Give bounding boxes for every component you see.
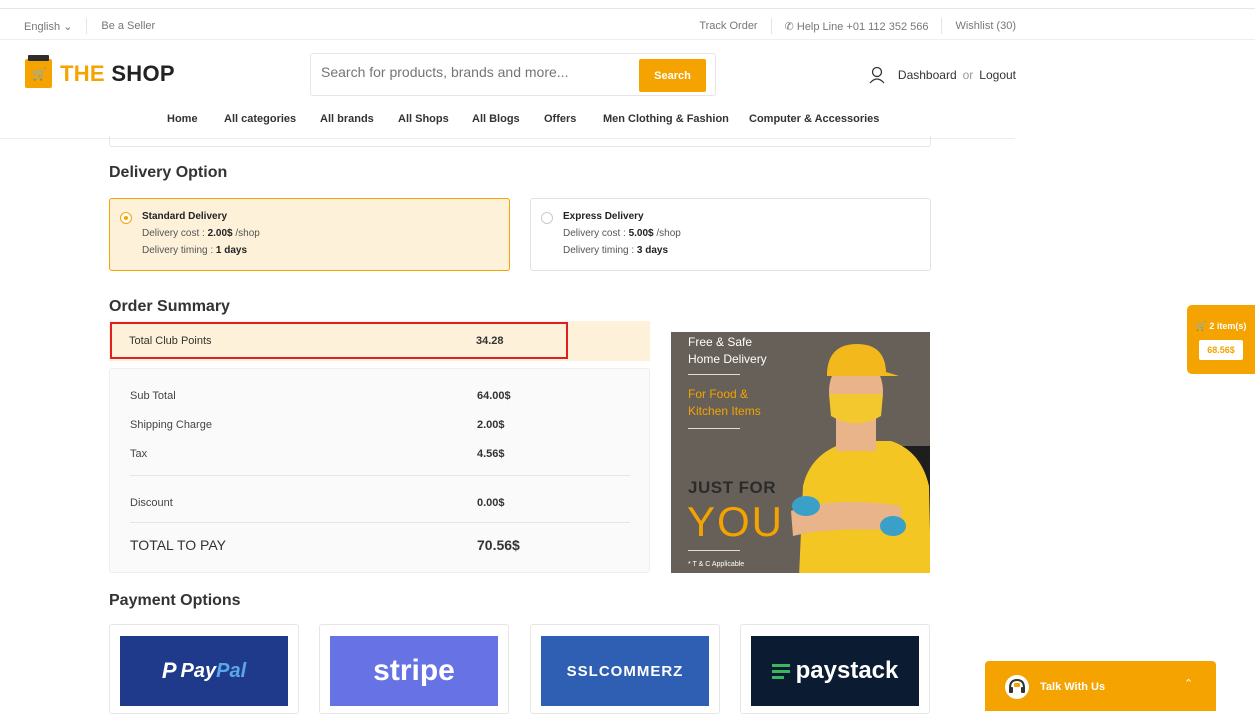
headset-icon: [1005, 675, 1029, 699]
chat-label: Talk With Us: [1040, 681, 1106, 693]
brand-name: SHOP: [111, 60, 175, 86]
nav-all-brands[interactable]: All brands: [320, 113, 374, 125]
phone-icon: ✆: [784, 20, 794, 33]
nav-home[interactable]: Home: [167, 113, 198, 125]
main-nav: Home All categories All brands All Shops…: [0, 104, 1015, 139]
brand-name-accent: THE: [60, 60, 105, 86]
radio-button[interactable]: [541, 212, 553, 224]
promo-text: Free & Safe: [688, 335, 753, 349]
total-row: TOTAL TO PAY 70.56$: [130, 537, 630, 553]
promo-headline: JUST FOR: [688, 478, 777, 497]
delivery-title: Express Delivery: [563, 211, 644, 222]
nav-all-shops[interactable]: All Shops: [398, 113, 449, 125]
payment-options-heading: Payment Options: [109, 592, 241, 609]
divider: [130, 475, 630, 476]
promo-headline-big: YOU: [687, 498, 785, 545]
language-selector[interactable]: English ⌄: [24, 20, 72, 33]
stripe-logo: stripe: [330, 636, 498, 706]
divider: [770, 18, 772, 34]
delivery-option-standard[interactable]: Standard Delivery Delivery cost : 2.00$ …: [109, 198, 510, 271]
paypal-icon: P: [161, 658, 177, 683]
wishlist-link[interactable]: Wishlist (30): [955, 20, 1016, 32]
order-summary-box: Sub Total 64.00$ Shipping Charge 2.00$ Tax…: [109, 368, 650, 573]
nav-all-blogs[interactable]: All Blogs: [472, 113, 520, 125]
club-points-value: 34.28: [476, 335, 504, 347]
previous-section-box: [109, 136, 931, 147]
divider: [130, 522, 630, 523]
nav-all-categories[interactable]: All categories: [224, 113, 296, 125]
delivery-cost: 5.00$: [628, 228, 654, 239]
floating-cart[interactable]: 🛒 2 item(s) 68.56$: [1187, 305, 1255, 374]
shipping-row: Shipping Charge 2.00$: [130, 419, 505, 431]
delivery-option-heading: Delivery Option: [109, 164, 228, 181]
dashboard-link[interactable]: Dashboard: [898, 68, 957, 82]
promo-banner[interactable]: Free & Safe Home Delivery For Food & Kitch…: [671, 332, 930, 573]
promo-note: * T & C Applicable: [688, 561, 745, 568]
sslcommerz-logo: SSLCOMMERZ: [541, 636, 709, 706]
club-points-label: Total Club Points: [129, 335, 212, 347]
chevron-up-icon[interactable]: ⌃: [1184, 677, 1193, 690]
paystack-logo: paystack: [751, 636, 919, 706]
chevron-down-icon: ⌄: [63, 20, 73, 33]
radio-button[interactable]: [120, 212, 132, 224]
nav-computer-accessories[interactable]: Computer & Accessories: [749, 113, 879, 125]
nav-men-clothing[interactable]: Men Clothing & Fashion: [603, 113, 729, 125]
logout-link[interactable]: Logout: [979, 68, 1016, 82]
delivery-option-express[interactable]: Express Delivery Delivery cost : 5.00$ /…: [530, 198, 931, 271]
delivery-person-image: [791, 344, 930, 573]
cart-total: 68.56$: [1199, 340, 1243, 360]
be-seller-link[interactable]: Be a Seller: [101, 20, 155, 32]
top-bar: English ⌄ Be a Seller Track Order ✆ Help…: [0, 8, 1255, 40]
help-line[interactable]: ✆ Help Line +01 112 352 566: [785, 20, 929, 33]
search-bar: Search: [310, 53, 716, 96]
or-text: or: [962, 68, 974, 82]
shopping-bag-icon: 🛒: [25, 55, 52, 88]
divider: [688, 550, 740, 551]
discount-row: Discount 0.00$: [130, 497, 505, 509]
paypal-logo: P Pay Pal: [120, 636, 288, 706]
subtotal-row: Sub Total 64.00$: [130, 390, 511, 402]
paystack-icon: [771, 661, 790, 682]
total-label: TOTAL TO PAY: [130, 537, 226, 553]
search-input[interactable]: [321, 64, 621, 80]
shop-logo[interactable]: 🛒 THE SHOP: [25, 55, 175, 88]
divider: [688, 428, 740, 429]
tax-row: Tax 4.56$: [130, 448, 505, 460]
total-value: 70.56$: [477, 537, 520, 553]
track-order-link[interactable]: Track Order: [699, 20, 757, 32]
nav-offers[interactable]: Offers: [544, 113, 576, 125]
search-button[interactable]: Search: [639, 59, 706, 92]
divider: [688, 374, 740, 375]
promo-text: For Food &: [688, 387, 749, 401]
order-summary-heading: Order Summary: [109, 298, 230, 315]
delivery-timing: 1 days: [215, 245, 248, 256]
divider: [941, 18, 943, 34]
account-links: Dashboard or Logout: [868, 66, 1016, 84]
cart-item-count: 2 item(s): [1209, 321, 1247, 331]
chat-widget[interactable]: Talk With Us ⌃: [985, 661, 1216, 711]
cart-icon: 🛒: [1195, 321, 1207, 331]
club-points-row: Total Club Points 34.28: [109, 321, 650, 361]
user-icon[interactable]: [868, 66, 886, 84]
delivery-title: Standard Delivery: [142, 211, 228, 222]
delivery-timing: 3 days: [636, 245, 669, 256]
promo-text: Kitchen Items: [688, 404, 761, 418]
divider: [86, 18, 88, 34]
promo-text: Home Delivery: [688, 352, 767, 366]
delivery-cost: 2.00$: [207, 228, 233, 239]
